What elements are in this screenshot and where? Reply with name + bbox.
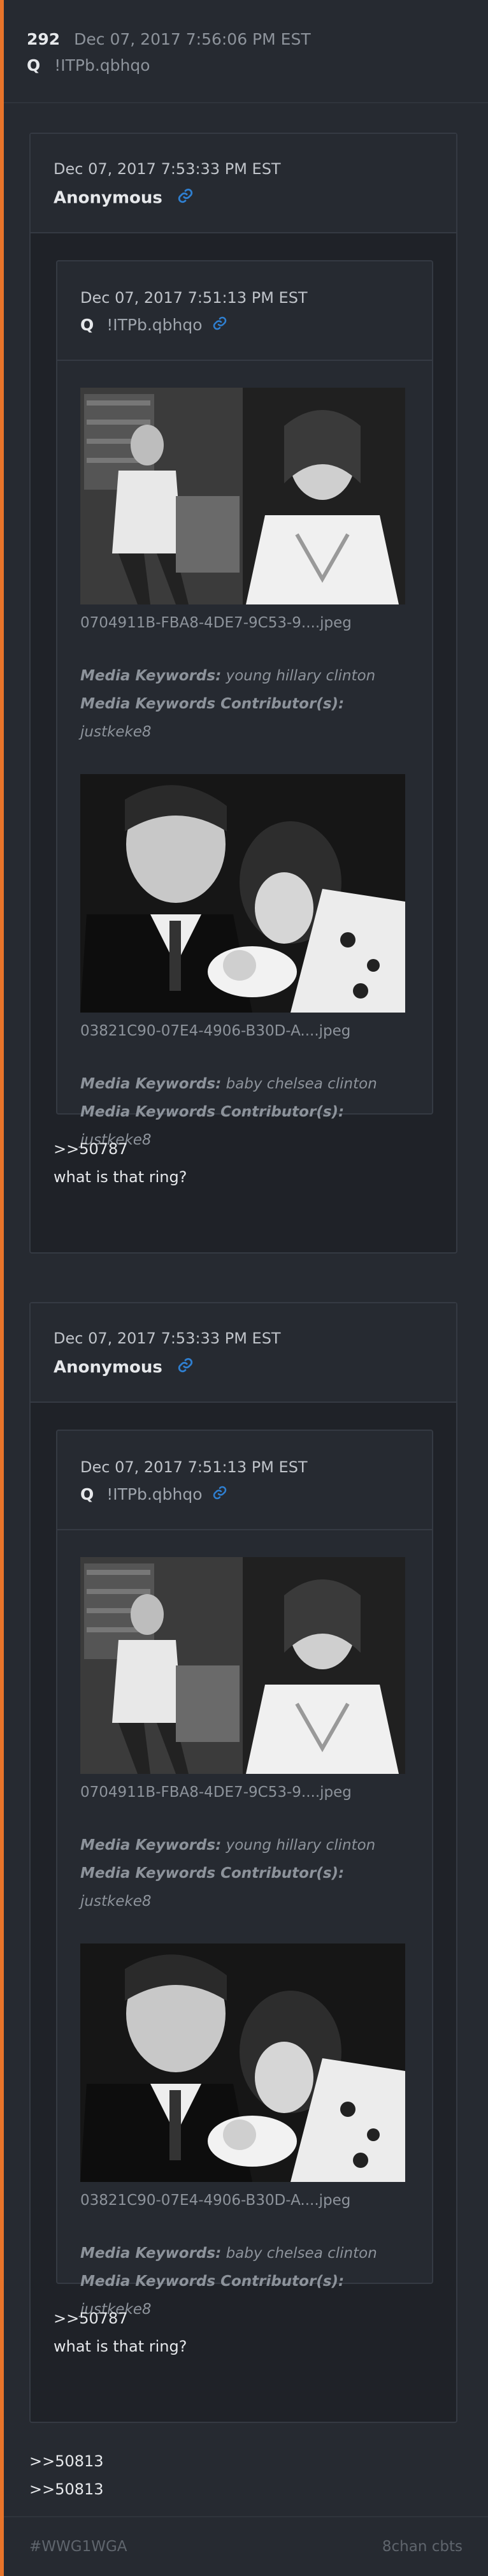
- media-image[interactable]: [80, 1557, 405, 1774]
- nested-quote-header: Dec 07, 2017 7:51:13 PM EST Q !ITPb.qbhq…: [57, 261, 432, 361]
- media-contributor-label: Media Keywords Contributor(s):: [80, 2273, 345, 2290]
- media-item: 03821C90-07E4-4906-B30D-A....jpeg Media …: [80, 1943, 405, 2324]
- nested-quote-card: Dec 07, 2017 7:51:13 PM EST Q !ITPb.qbhq…: [56, 260, 433, 1148]
- nested-quote-header: Dec 07, 2017 7:51:13 PM EST Q !ITPb.qbhq…: [57, 1431, 432, 1530]
- media-keywords: young hillary clinton: [226, 668, 376, 684]
- media-keywords: baby chelsea clinton: [226, 1076, 377, 1092]
- quoted-post-author: Anonymous: [54, 1358, 162, 1377]
- post-body: >>50813 >>50813: [29, 2447, 104, 2503]
- media-filename[interactable]: 0704911B-FBA8-4DE7-9C53-9....jpeg: [80, 1783, 405, 1802]
- nested-quote-tripcode: !ITPb.qbhqo: [106, 316, 203, 334]
- nested-quote-author: Q: [80, 1485, 94, 1504]
- quoted-post-body: >>50787 what is that ring?: [54, 1135, 187, 1191]
- post-footer: #WWG1WGA 8chan cbts: [4, 2516, 488, 2576]
- post-date: Dec 07, 2017 7:56:06 PM EST: [74, 30, 311, 48]
- media-filename[interactable]: 0704911B-FBA8-4DE7-9C53-9....jpeg: [80, 613, 405, 633]
- quoted-post-header: Dec 07, 2017 7:53:33 PM EST Anonymous: [31, 1303, 456, 1403]
- nested-quote-date: Dec 07, 2017 7:51:13 PM EST: [80, 1458, 308, 1476]
- media-keywords: young hillary clinton: [226, 1837, 376, 1854]
- media-contributor-label: Media Keywords Contributor(s):: [80, 1865, 345, 1882]
- media-keywords-label: Media Keywords:: [80, 2245, 222, 2262]
- reply-link[interactable]: >>50813: [29, 2475, 104, 2503]
- link-icon[interactable]: [177, 187, 194, 209]
- media-image[interactable]: [80, 1943, 405, 2182]
- nested-quote-date: Dec 07, 2017 7:51:13 PM EST: [80, 289, 308, 307]
- quoted-post-text: what is that ring?: [54, 1168, 187, 1186]
- footer-hashtag: #WWG1WGA: [29, 2538, 127, 2555]
- quoted-post-body: >>50787 what is that ring?: [54, 2304, 187, 2360]
- link-icon[interactable]: [212, 1485, 227, 1505]
- media-item: 03821C90-07E4-4906-B30D-A....jpeg Media …: [80, 774, 405, 1154]
- media-image[interactable]: [80, 774, 405, 1013]
- media-keywords-label: Media Keywords:: [80, 1076, 222, 1092]
- quoted-post-card: Dec 07, 2017 7:53:33 PM EST Anonymous De…: [29, 133, 457, 1254]
- post-page: 292 Dec 07, 2017 7:56:06 PM EST Q !ITPb.…: [4, 0, 488, 2576]
- media-contributor-label: Media Keywords Contributor(s):: [80, 1104, 345, 1120]
- nested-quote-card: Dec 07, 2017 7:51:13 PM EST Q !ITPb.qbhq…: [56, 1430, 433, 2318]
- media-keywords-label: Media Keywords:: [80, 1837, 222, 1854]
- media-contributor: justkeke8: [80, 724, 152, 740]
- nested-quote-author: Q: [80, 316, 94, 334]
- reply-link[interactable]: >>50787: [54, 2304, 187, 2332]
- media-keywords: baby chelsea clinton: [226, 2245, 377, 2262]
- footer-source: 8chan cbts: [382, 2538, 463, 2555]
- post-number[interactable]: 292: [27, 30, 60, 48]
- media-filename[interactable]: 03821C90-07E4-4906-B30D-A....jpeg: [80, 2191, 405, 2210]
- media-item: 0704911B-FBA8-4DE7-9C53-9....jpeg Media …: [80, 388, 405, 746]
- reply-link[interactable]: >>50813: [29, 2447, 104, 2475]
- media-image[interactable]: [80, 388, 405, 604]
- quoted-post-date: Dec 07, 2017 7:53:33 PM EST: [54, 160, 281, 178]
- post-header: 292 Dec 07, 2017 7:56:06 PM EST Q !ITPb.…: [4, 0, 488, 103]
- nested-quote-tripcode: !ITPb.qbhqo: [106, 1485, 203, 1504]
- media-contributor: justkeke8: [80, 1893, 152, 1910]
- quoted-post-date: Dec 07, 2017 7:53:33 PM EST: [54, 1329, 281, 1347]
- media-contributor-label: Media Keywords Contributor(s):: [80, 696, 345, 712]
- media-item: 0704911B-FBA8-4DE7-9C53-9....jpeg Media …: [80, 1557, 405, 1915]
- quoted-post-header: Dec 07, 2017 7:53:33 PM EST Anonymous: [31, 134, 456, 233]
- media-filename[interactable]: 03821C90-07E4-4906-B30D-A....jpeg: [80, 1021, 405, 1041]
- quoted-post-card: Dec 07, 2017 7:53:33 PM EST Anonymous De…: [29, 1302, 457, 2423]
- reply-link[interactable]: >>50787: [54, 1135, 187, 1163]
- link-icon[interactable]: [177, 1357, 194, 1379]
- quoted-post-author: Anonymous: [54, 188, 162, 208]
- post-tripcode: !ITPb.qbhqo: [54, 56, 150, 75]
- post-author: Q: [27, 56, 41, 75]
- link-icon[interactable]: [212, 316, 227, 336]
- media-keywords-label: Media Keywords:: [80, 668, 222, 684]
- quoted-post-text: what is that ring?: [54, 2338, 187, 2355]
